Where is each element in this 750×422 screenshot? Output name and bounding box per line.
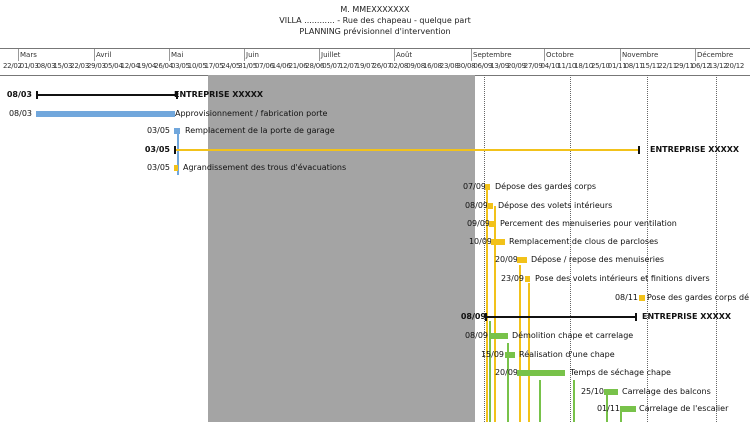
task-label: Dépose / repose des menuiseries xyxy=(531,255,665,264)
task-label: Dépose des volets intérieurs xyxy=(498,201,613,210)
month-label: Juin xyxy=(246,51,259,59)
month-divider xyxy=(18,49,19,61)
task-bar xyxy=(525,276,530,282)
month-label: Août xyxy=(396,51,413,59)
summary-bar xyxy=(485,316,637,318)
task-label: ENTREPRISE XXXXX xyxy=(650,145,740,154)
summary-start-cap xyxy=(174,146,176,154)
summary-end-cap xyxy=(635,313,637,321)
task-start-date: 15/09 xyxy=(480,350,504,359)
month-divider xyxy=(394,49,395,61)
month-label: Mars xyxy=(20,51,37,59)
task-bar xyxy=(517,257,527,263)
connector-line xyxy=(519,265,521,422)
task-start-date: 08/03 xyxy=(8,109,32,118)
task-start-date: 03/05 xyxy=(144,145,170,154)
task-label: Pose des volets intérieurs et finitions … xyxy=(535,274,710,283)
summary-start-cap xyxy=(36,91,38,99)
task-start-date: 20/09 xyxy=(494,255,518,264)
month-divider xyxy=(695,49,696,61)
task-label: Démolition chape et carrelage xyxy=(512,331,634,340)
month-label: Novembre xyxy=(622,51,659,59)
summary-bar xyxy=(174,149,640,151)
task-bar xyxy=(174,165,178,171)
month-divider xyxy=(94,49,95,61)
task-bar xyxy=(36,111,175,117)
month-divider xyxy=(169,49,170,61)
task-start-date: 01/11 xyxy=(596,404,620,413)
month-label: Juillet xyxy=(321,51,341,59)
month-divider xyxy=(244,49,245,61)
task-bar xyxy=(604,389,618,395)
task-label: Pose des gardes corps dé xyxy=(647,293,749,302)
week-label: 20/12 xyxy=(725,62,745,70)
task-bar xyxy=(487,203,493,209)
task-start-date: 08/03 xyxy=(6,90,32,99)
task-start-date: 08/09 xyxy=(460,312,486,321)
timescale: Mars Avril Mai Juin Juillet Août Septembre Octo… xyxy=(0,48,750,76)
header-owner: M. MMEXXXXXXX xyxy=(340,5,410,14)
task-bar xyxy=(639,295,645,301)
month-label: Avril xyxy=(96,51,112,59)
connector-line xyxy=(620,412,622,422)
task-start-date: 23/09 xyxy=(500,274,524,283)
task-bar xyxy=(491,239,505,245)
task-label: Approvisionnement / fabrication porte xyxy=(175,109,328,118)
task-label: Réalisation d'une chape xyxy=(519,350,615,359)
header-title: PLANNING prévisionnel d'intervention xyxy=(299,27,451,36)
task-start-date: 20/09 xyxy=(494,368,518,377)
task-bar xyxy=(489,221,495,227)
task-label: ENTREPRISE XXXXX xyxy=(642,312,732,321)
task-start-date: 10/09 xyxy=(468,237,492,246)
month-divider xyxy=(471,49,472,61)
task-label: Dépose des gardes corps xyxy=(495,182,597,191)
task-bar xyxy=(517,370,565,376)
task-label: Agrandissement des trous d'évacuations xyxy=(183,163,347,172)
task-label: ENTREPRISE XXXXX xyxy=(174,90,264,99)
task-label: Temps de séchage chape xyxy=(570,368,671,377)
header-address: VILLA ............ - Rue des chapeau - q… xyxy=(279,16,471,25)
task-bar xyxy=(485,184,490,190)
gridline-dotted xyxy=(716,75,717,422)
month-label: Octobre xyxy=(546,51,574,59)
gantt-chart-area: 08/03 ENTREPRISE XXXXX 08/03 Approvisionnem… xyxy=(0,75,750,422)
task-label: Remplacement de clous de parcloses xyxy=(509,237,659,246)
month-divider xyxy=(620,49,621,61)
task-start-date: 07/09 xyxy=(462,182,486,191)
gantt-page: M. MMEXXXXXXX VILLA ............ - Rue d… xyxy=(0,0,750,422)
task-start-date: 03/05 xyxy=(146,163,170,172)
task-start-date: 09/09 xyxy=(466,219,490,228)
task-label: Percement des menuiseries pour ventilati… xyxy=(500,219,677,228)
month-divider xyxy=(544,49,545,61)
task-start-date: 08/11 xyxy=(614,293,638,302)
task-bar xyxy=(489,333,508,339)
month-label: Mai xyxy=(171,51,184,59)
month-divider xyxy=(319,49,320,61)
task-start-date: 25/10 xyxy=(580,387,604,396)
task-label: Remplacement de la porte de garage xyxy=(185,126,335,135)
task-label: Carrelage de l'escalier xyxy=(639,404,729,413)
summary-bar xyxy=(36,94,178,96)
task-bar xyxy=(620,406,636,412)
task-start-date: 08/09 xyxy=(464,201,488,210)
task-bar xyxy=(505,352,515,358)
task-start-date: 03/05 xyxy=(146,126,170,135)
month-label: Décembre xyxy=(697,51,734,59)
task-bar xyxy=(174,128,180,134)
month-label: Septembre xyxy=(473,51,512,59)
summary-end-cap xyxy=(638,146,640,154)
summary-start-cap xyxy=(485,313,487,321)
task-label: Carrelage des balcons xyxy=(622,387,711,396)
task-start-date: 08/09 xyxy=(464,331,488,340)
